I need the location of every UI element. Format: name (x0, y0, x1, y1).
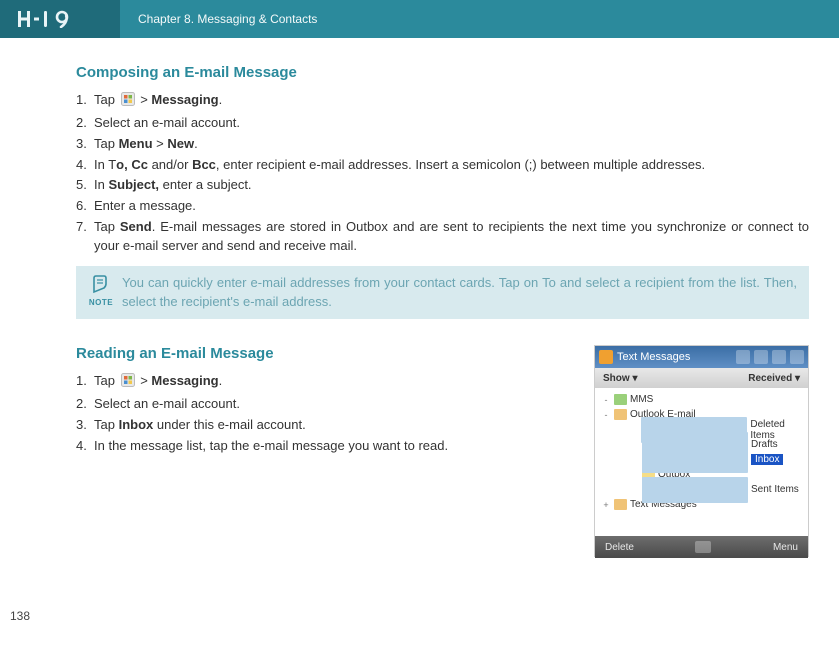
step-number: 2. (76, 395, 94, 414)
step-item: 4.In To, Cc and/or Bcc, enter recipient … (76, 156, 809, 175)
step-number: 4. (76, 437, 94, 456)
volume-icon (754, 350, 768, 364)
pda-toolbar: Show Received (595, 368, 808, 388)
header-bar: Chapter 8. Messaging & Contacts (0, 0, 839, 38)
note-box: NOTE You can quickly enter e-mail addres… (76, 266, 809, 320)
page-number: 138 (10, 609, 30, 623)
start-flag-icon (599, 350, 613, 364)
step-number: 7. (76, 218, 94, 256)
step-number: 6. (76, 197, 94, 216)
step-item: 4.In the message list, tap the e-mail me… (76, 437, 578, 456)
tree-label: Drafts (751, 439, 778, 450)
step-item: 3.Tap Inbox under this e-mail account. (76, 416, 578, 435)
note-text: You can quickly enter e-mail addresses f… (122, 274, 797, 312)
signal-icon (736, 350, 750, 364)
page-icon (642, 447, 748, 473)
tree-row[interactable]: Inbox (601, 452, 808, 467)
logo (0, 0, 120, 38)
section2-steps: 1.Tap > Messaging.2.Select an e-mail acc… (76, 372, 578, 455)
step-item: 1.Tap > Messaging. (76, 372, 578, 393)
pda-titlebar: Text Messages (595, 346, 808, 368)
step-number: 4. (76, 156, 94, 175)
step-text: In Subject, enter a subject. (94, 176, 809, 195)
tree-label: Deleted Items (750, 419, 808, 441)
show-dropdown[interactable]: Show (603, 373, 637, 384)
step-text: In To, Cc and/or Bcc, enter recipient e-… (94, 156, 809, 175)
pda-softkeys: Delete Menu (595, 536, 808, 558)
step-text: Tap Send. E-mail messages are stored in … (94, 218, 809, 256)
tree-twisty[interactable]: - (601, 410, 611, 420)
step-number: 3. (76, 135, 94, 154)
tree-twisty[interactable]: - (601, 395, 611, 405)
step-item: 2.Select an e-mail account. (76, 395, 578, 414)
close-icon (790, 350, 804, 364)
env-icon (614, 409, 627, 420)
step-text: Tap > Messaging. (94, 91, 809, 112)
step-number: 5. (76, 176, 94, 195)
step-item: 5.In Subject, enter a subject. (76, 176, 809, 195)
tree-label: Inbox (751, 454, 783, 465)
keyboard-icon[interactable] (695, 541, 711, 553)
step-item: 7.Tap Send. E-mail messages are stored i… (76, 218, 809, 256)
note-icon: NOTE (80, 274, 122, 307)
step-text: Tap > Messaging. (94, 372, 578, 393)
step-number: 2. (76, 114, 94, 133)
step-number: 1. (76, 91, 94, 112)
battery-icon (772, 350, 786, 364)
step-item: 3.Tap Menu > New. (76, 135, 809, 154)
step-item: 6.Enter a message. (76, 197, 809, 216)
softkey-delete[interactable]: Delete (605, 542, 634, 553)
received-dropdown[interactable]: Received (748, 373, 800, 384)
phone-icon (614, 394, 627, 405)
step-text: Enter a message. (94, 197, 809, 216)
step-number: 1. (76, 372, 94, 393)
start-icon (121, 92, 135, 112)
note-label: NOTE (89, 298, 113, 307)
step-number: 3. (76, 416, 94, 435)
section1-title: Composing an E-mail Message (76, 64, 809, 81)
section1-steps: 1.Tap > Messaging.2.Select an e-mail acc… (76, 91, 809, 256)
step-text: In the message list, tap the e-mail mess… (94, 437, 578, 456)
step-text: Select an e-mail account. (94, 114, 809, 133)
folder-tree: -MMS-Outlook E-mailDeleted ItemsDraftsIn… (595, 388, 808, 536)
tree-row[interactable]: Sent Items (601, 482, 808, 497)
tree-twisty[interactable]: + (601, 500, 611, 510)
logo-glyph (18, 10, 90, 28)
step-text: Tap Inbox under this e-mail account. (94, 416, 578, 435)
step-text: Tap Menu > New. (94, 135, 809, 154)
pda-screenshot: Text Messages Show Received -MMS-Outlook… (594, 345, 809, 557)
tree-row[interactable]: - MMS (601, 392, 808, 407)
section2-title: Reading an E-mail Message (76, 345, 578, 362)
tree-label: MMS (630, 394, 653, 405)
step-item: 1.Tap > Messaging. (76, 91, 809, 112)
env-icon (614, 499, 627, 510)
step-item: 2.Select an e-mail account. (76, 114, 809, 133)
start-icon (121, 373, 135, 393)
softkey-menu[interactable]: Menu (773, 542, 798, 553)
tree-label: Sent Items (751, 484, 799, 495)
step-text: Select an e-mail account. (94, 395, 578, 414)
pda-title-text: Text Messages (617, 351, 732, 363)
page-body: Composing an E-mail Message 1.Tap > Mess… (0, 38, 839, 557)
page-icon (642, 477, 748, 503)
chapter-title: Chapter 8. Messaging & Contacts (120, 12, 317, 26)
